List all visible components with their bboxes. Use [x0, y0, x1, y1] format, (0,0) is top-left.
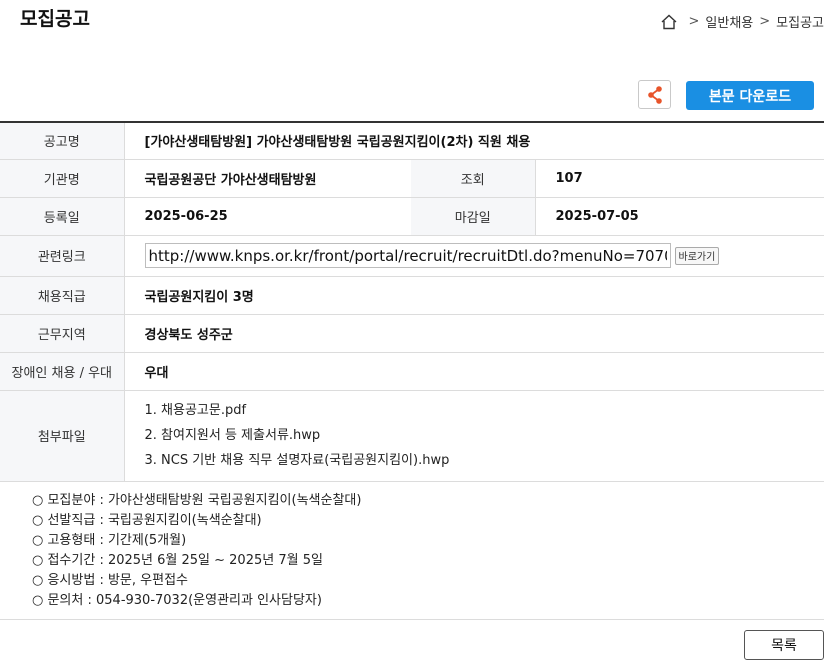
divider — [0, 619, 824, 620]
table-row: 등록일 2025-06-25 마감일 2025-07-05 — [0, 197, 824, 236]
go-link-button[interactable]: 바로가기 — [674, 246, 720, 265]
summary-item: ○ 응시방법 : 방문, 우편접수 — [32, 573, 188, 588]
position-label: 채용직급 — [0, 276, 125, 315]
notice-summary: ○ 모집분야 : 가야산생태탐방원 국립공원지킴이(녹색순찰대) ○ 선발직급 … — [32, 491, 361, 611]
breadcrumb-item-general-recruit[interactable]: 일반채용 — [705, 12, 753, 31]
position-value: 국립공원지킴이 3명 — [124, 276, 824, 315]
summary-item: ○ 선발직급 : 국립공원지킴이(녹색순찰대) — [32, 513, 262, 528]
attachment-file-link[interactable]: 1. 채용공고문.pdf — [145, 398, 824, 423]
table-row: 채용직급 국립공원지킴이 3명 — [0, 276, 824, 315]
share-button[interactable] — [638, 80, 671, 109]
home-icon[interactable] — [660, 13, 678, 31]
reg-date-value: 2025-06-25 — [124, 197, 411, 236]
attachment-list: 1. 채용공고문.pdf 2. 참여지원서 등 제출서류.hwp 3. NCS … — [145, 398, 824, 473]
link-label: 관련링크 — [0, 235, 125, 277]
location-label: 근무지역 — [0, 314, 125, 353]
notice-info-table: 공고명 [가야산생태탐방원] 가야산생태탐방원 국립공원지킴이(2차) 직원 채… — [0, 121, 824, 482]
breadcrumb: > 일반채용 > 모집공고 — [660, 12, 824, 31]
share-icon — [647, 85, 662, 104]
table-row: 기관명 국립공원공단 가야산생태탐방원 조회 107 — [0, 159, 824, 198]
breadcrumb-item-recruit-notice[interactable]: 모집공고 — [776, 12, 824, 31]
files-label: 첨부파일 — [0, 390, 125, 482]
page-title: 모집공고 — [20, 8, 90, 30]
attachment-file-link[interactable]: 3. NCS 기반 채용 직무 설명자료(국립공원지킴이).hwp — [145, 448, 824, 473]
summary-item: ○ 접수기간 : 2025년 6월 25일 ~ 2025년 7월 5일 — [32, 553, 323, 568]
org-label: 기관명 — [0, 159, 125, 198]
title-label: 공고명 — [0, 122, 125, 160]
table-row: 장애인 채용 / 우대 우대 — [0, 352, 824, 391]
files-cell: 1. 채용공고문.pdf 2. 참여지원서 등 제출서류.hwp 3. NCS … — [124, 390, 824, 482]
related-link-input[interactable] — [144, 243, 671, 268]
summary-item: ○ 모집분야 : 가야산생태탐방원 국립공원지킴이(녹색순찰대) — [32, 493, 362, 508]
summary-item: ○ 문의처 : 054-930-7032(운영관리과 인사담당자) — [32, 593, 322, 608]
download-body-button[interactable]: 본문 다운로드 — [686, 81, 814, 110]
deadline-label: 마감일 — [411, 197, 536, 236]
table-row: 공고명 [가야산생태탐방원] 가야산생태탐방원 국립공원지킴이(2차) 직원 채… — [0, 122, 824, 160]
deadline-value: 2025-07-05 — [535, 197, 824, 236]
location-value: 경상북도 성주군 — [124, 314, 824, 353]
breadcrumb-separator: > — [688, 14, 700, 29]
reg-date-label: 등록일 — [0, 197, 125, 236]
summary-item: ○ 고용형태 : 기간제(5개월) — [32, 533, 187, 548]
views-label: 조회 — [411, 159, 536, 198]
attachment-file-link[interactable]: 2. 참여지원서 등 제출서류.hwp — [145, 423, 824, 448]
title-value: [가야산생태탐방원] 가야산생태탐방원 국립공원지킴이(2차) 직원 채용 — [124, 122, 824, 160]
list-button[interactable]: 목록 — [744, 630, 824, 660]
disability-value: 우대 — [124, 352, 824, 391]
org-value: 국립공원공단 가야산생태탐방원 — [124, 159, 411, 198]
table-row: 근무지역 경상북도 성주군 — [0, 314, 824, 353]
disability-label: 장애인 채용 / 우대 — [0, 352, 125, 391]
table-row: 첨부파일 1. 채용공고문.pdf 2. 참여지원서 등 제출서류.hwp 3.… — [0, 390, 824, 482]
table-row: 관련링크 바로가기 — [0, 235, 824, 277]
views-value: 107 — [535, 159, 824, 198]
breadcrumb-separator: > — [759, 14, 771, 29]
link-cell: 바로가기 — [124, 235, 824, 277]
